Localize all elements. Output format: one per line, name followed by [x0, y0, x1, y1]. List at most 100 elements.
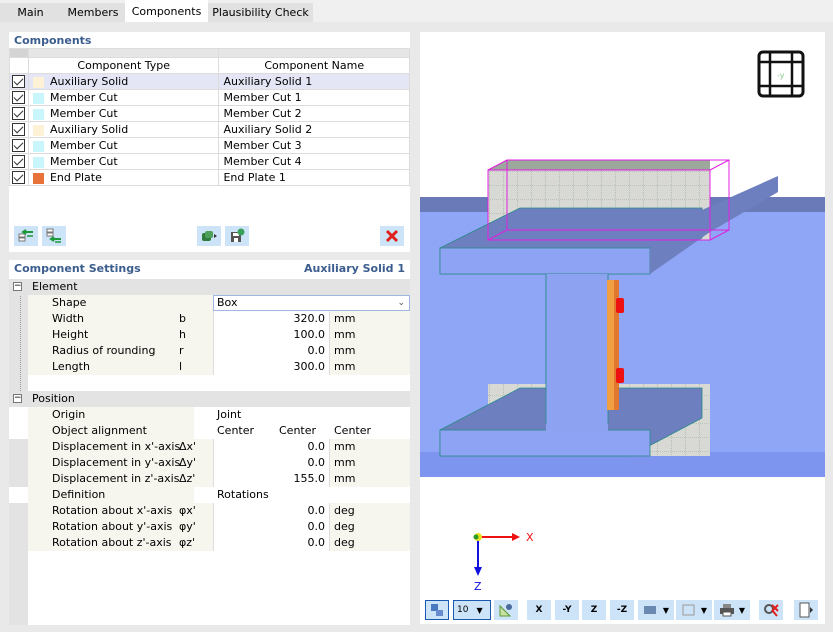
property-symbol: Δy': [179, 456, 197, 469]
group-position[interactable]: − Position: [9, 391, 410, 407]
property-symbol: Δx': [179, 440, 197, 453]
component-name[interactable]: Member Cut 3: [218, 137, 410, 154]
view-minus-z-icon: -Z: [616, 605, 628, 615]
component-checkbox[interactable]: [12, 75, 26, 89]
view-x-button[interactable]: X: [527, 600, 551, 620]
property-symbol: l: [179, 360, 183, 373]
component-checkbox[interactable]: [12, 107, 26, 121]
move-up-button[interactable]: [14, 226, 38, 246]
component-name[interactable]: End Plate 1: [218, 169, 410, 186]
property-value[interactable]: Center: [334, 423, 371, 439]
component-row[interactable]: Auxiliary Solid Auxiliary Solid 1: [9, 73, 410, 90]
component-checkbox[interactable]: [12, 155, 26, 169]
transparency-dropdown[interactable]: ▼: [676, 600, 712, 620]
model-view[interactable]: X Z -y: [420, 32, 825, 600]
property-value[interactable]: Center: [279, 423, 316, 439]
property-value[interactable]: 0.0: [213, 343, 327, 359]
property-value[interactable]: Joint: [217, 407, 241, 423]
component-checkbox[interactable]: [12, 139, 26, 153]
display-mode-dropdown[interactable]: ▼: [638, 600, 674, 620]
view-x-icon: X: [535, 605, 543, 615]
column-header-name[interactable]: Component Name: [218, 57, 410, 74]
tab-components[interactable]: Components: [125, 0, 208, 22]
property-value[interactable]: 0.0: [213, 455, 327, 471]
move-down-button[interactable]: [42, 226, 66, 246]
component-row[interactable]: Member Cut Member Cut 1: [9, 89, 410, 106]
panel-expand-icon: [799, 602, 813, 618]
property-symbol: h: [179, 328, 186, 341]
component-color-swatch: [32, 140, 44, 152]
property-value[interactable]: 300.0: [213, 359, 327, 375]
shape-dropdown[interactable]: Box ⌄: [213, 295, 410, 311]
view-minus-z-button[interactable]: -Z: [610, 600, 634, 620]
view-cube[interactable]: -y: [757, 50, 805, 98]
property-symbol: r: [179, 344, 184, 357]
property-value[interactable]: 0.0: [213, 519, 327, 535]
zoom-reset-icon: [764, 604, 779, 617]
component-type: Member Cut: [49, 155, 118, 168]
chevron-down-icon: ▼: [738, 605, 746, 615]
group-element[interactable]: − Element: [9, 279, 410, 295]
delete-button[interactable]: [380, 226, 404, 246]
component-checkbox[interactable]: [12, 91, 26, 105]
property-unit: mm: [334, 312, 356, 325]
view-z-icon: Z: [590, 605, 598, 615]
wireframe-box-icon: [682, 604, 695, 616]
property-label: Object alignment: [52, 424, 147, 437]
component-color-swatch: [32, 108, 44, 120]
component-color-swatch: [32, 92, 44, 104]
component-name[interactable]: Member Cut 1: [218, 89, 410, 106]
property-label: Origin: [52, 408, 86, 421]
view-z-button[interactable]: Z: [582, 600, 606, 620]
component-name[interactable]: Auxiliary Solid 2: [218, 121, 410, 138]
panel-toggle-button[interactable]: [794, 600, 818, 620]
save-button[interactable]: [225, 226, 249, 246]
component-row[interactable]: End Plate End Plate 1: [9, 169, 410, 186]
view-minus-y-button[interactable]: -Y: [555, 600, 579, 620]
tab-plausibility-check[interactable]: Plausibility Check: [208, 3, 313, 22]
move-up-icon: [18, 229, 33, 242]
reset-view-button[interactable]: [759, 600, 783, 620]
property-value[interactable]: 155.0: [213, 471, 327, 487]
property-symbol: φz': [179, 536, 196, 549]
component-row[interactable]: Member Cut Member Cut 3: [9, 137, 410, 154]
property-value[interactable]: 0.0: [213, 439, 327, 455]
component-row[interactable]: Member Cut Member Cut 2: [9, 105, 410, 122]
property-symbol: φy': [179, 520, 196, 533]
group-position-label: Position: [32, 392, 75, 405]
eye-ruler-icon: [499, 604, 512, 617]
components-table: Component Type Component Name Auxiliary …: [9, 48, 410, 186]
component-name[interactable]: Member Cut 4: [218, 153, 410, 170]
property-value[interactable]: 0.0: [213, 503, 327, 519]
tab-members[interactable]: Members: [61, 3, 125, 22]
property-value[interactable]: 0.0: [213, 535, 327, 551]
component-row[interactable]: Auxiliary Solid Auxiliary Solid 2: [9, 121, 410, 138]
property-unit: mm: [334, 456, 356, 469]
view-rotate-button[interactable]: [425, 600, 449, 620]
collapse-icon[interactable]: −: [13, 282, 22, 291]
scale-value: 10: [457, 605, 469, 615]
property-value[interactable]: Center: [217, 423, 254, 439]
view-minus-y-icon: -Y: [562, 605, 572, 615]
column-header-type[interactable]: Component Type: [27, 57, 220, 74]
import-button[interactable]: [197, 226, 221, 246]
print-dropdown[interactable]: ▼: [714, 600, 750, 620]
visibility-button[interactable]: [494, 600, 518, 620]
property-label: Displacement in y'-axis: [52, 456, 181, 469]
chevron-down-icon: ▼: [476, 605, 483, 615]
component-checkbox[interactable]: [12, 171, 26, 185]
scale-dropdown[interactable]: 10 ▼: [453, 600, 491, 620]
property-value[interactable]: 320.0: [213, 311, 327, 327]
tab-main[interactable]: Main: [0, 3, 61, 22]
collapse-icon[interactable]: −: [13, 394, 22, 403]
property-unit: mm: [334, 328, 356, 341]
component-name[interactable]: Auxiliary Solid 1: [218, 73, 410, 90]
component-row[interactable]: Member Cut Member Cut 4: [9, 153, 410, 170]
property-value[interactable]: Rotations: [217, 487, 269, 503]
component-name[interactable]: Member Cut 2: [218, 105, 410, 122]
component-color-swatch: [32, 156, 44, 168]
3d-viewport[interactable]: X Z -y: [420, 32, 825, 624]
component-checkbox[interactable]: [12, 123, 26, 137]
component-color-swatch: [32, 124, 44, 136]
property-value[interactable]: 100.0: [213, 327, 327, 343]
